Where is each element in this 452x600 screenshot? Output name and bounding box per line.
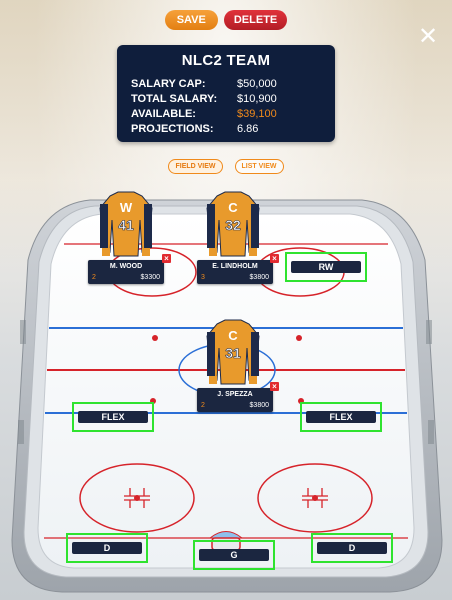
team-title: NLC2 TEAM	[181, 52, 271, 69]
team-summary-card: NLC2 TEAM SALARY CAP: $50,000 TOTAL SALA…	[117, 45, 335, 142]
slot-label: D	[71, 542, 143, 554]
slot-label: FLEX	[77, 411, 149, 423]
player-name: J. SPEZZA	[217, 391, 253, 398]
stat-label: PROJECTIONS:	[131, 123, 214, 135]
player-name: M. WOOD	[109, 263, 143, 270]
stat-value: 6.86	[237, 123, 259, 135]
jersey-icon: W 41	[99, 191, 153, 257]
jersey-number: 31	[225, 345, 241, 361]
slot-label: G	[198, 549, 270, 561]
view-toggle: FIELD VIEW LIST VIEW	[0, 159, 452, 174]
slot-flex-left[interactable]: FLEX	[72, 402, 154, 432]
player-name: E. LINDHOLM	[212, 263, 258, 270]
slot-label: FLEX	[305, 411, 377, 423]
jersey-icon: C 32	[206, 191, 260, 257]
slot-flex-right[interactable]: FLEX	[300, 402, 382, 432]
player-card-wood[interactable]: W 41 M. WOOD 2 $3300 ×	[88, 190, 171, 284]
player-nameplate: E. LINDHOLM 3 $3800	[197, 260, 273, 284]
remove-player-icon[interactable]: ×	[162, 254, 171, 263]
player-nameplate: J. SPEZZA 2 $3800	[197, 388, 273, 412]
player-salary: $3800	[249, 402, 269, 409]
field-view-button[interactable]: FIELD VIEW	[168, 159, 223, 174]
stat-label: AVAILABLE:	[131, 108, 196, 120]
remove-player-icon[interactable]: ×	[270, 382, 279, 391]
player-card-spezza[interactable]: C 31 J. SPEZZA 2 $3800 ×	[197, 318, 279, 412]
stat-value: $39,100	[237, 108, 277, 120]
slot-rw[interactable]: RW	[285, 252, 367, 282]
stat-value: $10,900	[237, 93, 277, 105]
stat-value: $50,000	[237, 78, 277, 90]
player-slot-number: 2	[201, 402, 205, 409]
delete-button[interactable]: DELETE	[223, 10, 288, 30]
jersey-letter: W	[120, 200, 133, 215]
player-salary: $3800	[249, 274, 269, 281]
slot-d-left[interactable]: D	[66, 533, 148, 563]
slot-label: RW	[290, 261, 362, 273]
player-salary: $3300	[140, 274, 160, 281]
player-slot-number: 3	[201, 274, 205, 281]
jersey-icon: C 31	[206, 319, 260, 385]
jersey-letter: C	[228, 200, 238, 215]
list-view-button[interactable]: LIST VIEW	[234, 159, 284, 174]
stat-label: TOTAL SALARY:	[131, 93, 218, 105]
remove-player-icon[interactable]: ×	[270, 254, 279, 263]
jersey-number: 41	[118, 217, 134, 233]
slot-goalie[interactable]: G	[193, 540, 275, 570]
jersey-number: 32	[225, 217, 241, 233]
jersey-letter: C	[228, 328, 238, 343]
player-card-lindholm[interactable]: C 32 E. LINDHOLM 3 $3800 ×	[197, 190, 279, 284]
player-slot-number: 2	[92, 274, 96, 281]
player-nameplate: M. WOOD 2 $3300	[88, 260, 164, 284]
save-button[interactable]: SAVE	[164, 10, 218, 30]
slot-d-right[interactable]: D	[311, 533, 393, 563]
stat-label: SALARY CAP:	[131, 78, 206, 90]
slot-label: D	[316, 542, 388, 554]
action-buttons: SAVE DELETE	[0, 10, 452, 30]
